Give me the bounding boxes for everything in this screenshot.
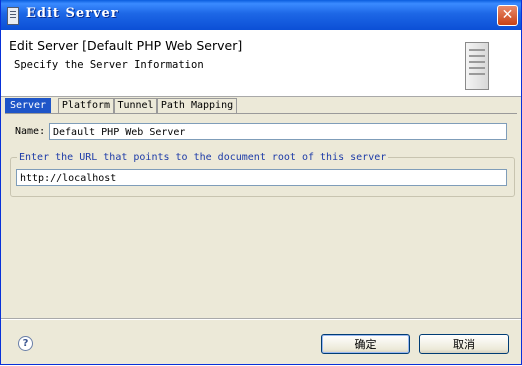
tab-path-mapping[interactable]: Path Mapping (157, 98, 237, 113)
header-subtitle: Specify the Server Information (14, 59, 204, 71)
tab-server[interactable]: Server (5, 98, 51, 113)
name-label: Name: (15, 126, 46, 137)
server-slot (469, 55, 485, 57)
footer-divider-highlight (1, 319, 521, 320)
dialog-header: Edit Server [Default PHP Web Server] Spe… (1, 30, 521, 97)
close-button[interactable]: ✕ (497, 5, 518, 26)
help-icon[interactable]: ? (18, 336, 33, 351)
server-slot (469, 67, 485, 69)
server-tab-panel (5, 113, 517, 319)
server-slot (469, 61, 485, 63)
url-input[interactable]: http://localhost (16, 169, 507, 186)
edit-server-dialog: Edit Server ✕ Edit Server [Default PHP W… (0, 0, 522, 365)
server-slot (469, 73, 485, 75)
window-app-icon (7, 7, 19, 25)
url-group-label: Enter the URL that points to the documen… (17, 152, 389, 163)
header-title: Edit Server [Default PHP Web Server] (9, 38, 243, 53)
server-name-input[interactable]: Default PHP Web Server (49, 123, 507, 140)
server-icon (465, 42, 489, 90)
close-icon: ✕ (501, 7, 514, 23)
ok-button[interactable]: 确定 (321, 334, 410, 354)
title-bar[interactable]: Edit Server ✕ (1, 0, 521, 30)
tab-tunnel[interactable]: Tunnel (114, 98, 157, 113)
server-slot (469, 49, 485, 51)
cancel-button[interactable]: 取消 (419, 334, 509, 354)
tab-platform[interactable]: Platform (58, 98, 114, 113)
window-title: Edit Server (26, 6, 119, 21)
